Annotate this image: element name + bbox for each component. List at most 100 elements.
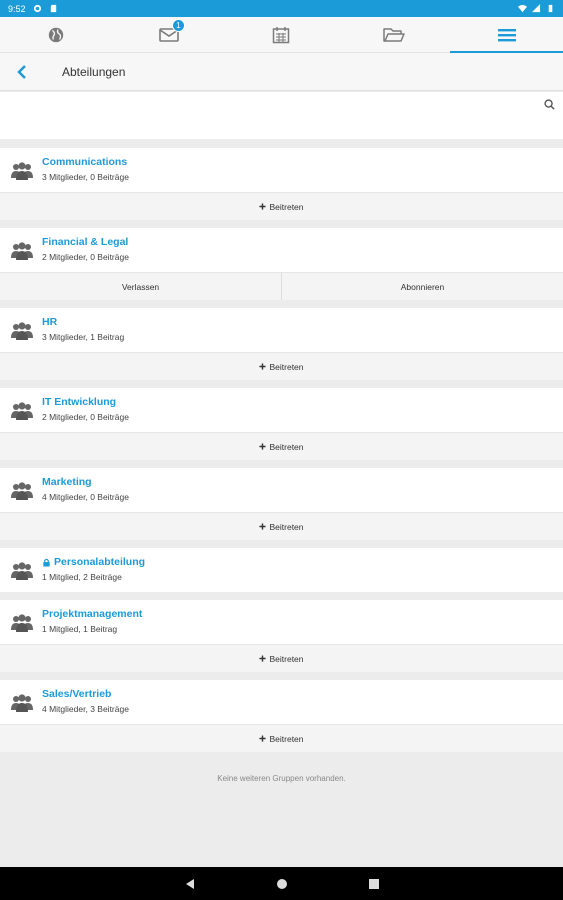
group-info[interactable]: Sales/Vertrieb 4 Mitglieder, 3 Beiträge xyxy=(0,680,563,724)
group-people-icon xyxy=(10,611,34,635)
chevron-left-icon xyxy=(17,64,26,79)
sd-card-icon xyxy=(50,4,56,13)
group-meta: 2 Mitglieder, 0 Beiträge xyxy=(42,252,129,262)
group-meta: 3 Mitglieder, 0 Beiträge xyxy=(42,172,129,182)
messages-badge: 1 xyxy=(171,19,185,32)
group-info[interactable]: Personalabteilung 1 Mitglied, 2 Beiträge xyxy=(0,548,563,592)
group-people-icon xyxy=(10,239,34,263)
group-meta: 3 Mitglieder, 1 Beitrag xyxy=(42,332,125,342)
join-button-label: Beitreten xyxy=(269,653,304,664)
group-actions: Beitreten xyxy=(0,192,563,220)
group-info[interactable]: Marketing 4 Mitglieder, 0 Beiträge xyxy=(0,468,563,512)
group-name: Communications xyxy=(42,156,128,168)
group-card: Marketing 4 Mitglieder, 0 Beiträge Beitret… xyxy=(0,468,563,540)
group-meta: 1 Mitglied, 2 Beiträge xyxy=(42,572,122,582)
group-text: Personalabteilung 1 Mitglied, 2 Beiträge xyxy=(42,556,145,582)
battery-icon xyxy=(548,4,553,13)
back-button[interactable] xyxy=(0,53,44,91)
subscribe-button-label: Abonnieren xyxy=(400,281,445,292)
plus-icon xyxy=(259,363,267,370)
group-text: Financial & Legal 2 Mitglieder, 0 Beiträg… xyxy=(42,236,129,262)
subscribe-button[interactable]: Abonnieren xyxy=(281,273,563,300)
group-name-link[interactable]: Sales/Vertrieb xyxy=(42,688,129,701)
tab-bar: 1 xyxy=(0,17,563,53)
group-text: Sales/Vertrieb 4 Mitglieder, 3 Beiträge xyxy=(42,688,129,714)
group-list: Communications 3 Mitglieder, 0 Beiträge Be… xyxy=(0,148,563,783)
group-people-icon xyxy=(10,479,34,503)
join-button-label: Beitreten xyxy=(269,521,304,532)
group-text: Marketing 4 Mitglieder, 0 Beiträge xyxy=(42,476,129,502)
group-card: Communications 3 Mitglieder, 0 Beiträge Be… xyxy=(0,148,563,220)
group-card: Sales/Vertrieb 4 Mitglieder, 3 Beiträge Be… xyxy=(0,680,563,752)
group-name: HR xyxy=(42,316,58,328)
group-info[interactable]: Projektmanagement 1 Mitglied, 1 Beitrag xyxy=(0,600,563,644)
group-info[interactable]: HR 3 Mitglieder, 1 Beitrag xyxy=(0,308,563,352)
tab-calendar[interactable] xyxy=(225,17,338,52)
tab-menu[interactable] xyxy=(450,17,563,53)
wifi-icon xyxy=(518,4,527,13)
group-people-icon xyxy=(10,399,34,423)
menu-icon xyxy=(497,28,516,41)
group-people-icon xyxy=(10,319,34,343)
group-name-link[interactable]: Financial & Legal xyxy=(42,236,129,249)
group-meta: 1 Mitglied, 1 Beitrag xyxy=(42,624,118,634)
group-text: IT Entwicklung 2 Mitglieder, 0 Beiträge xyxy=(42,396,129,422)
recents-square-icon[interactable] xyxy=(368,878,380,890)
calendar-icon xyxy=(273,26,290,43)
status-bar: 9:52 xyxy=(0,0,563,17)
group-actions: Beitreten xyxy=(0,512,563,540)
group-name-link[interactable]: Projektmanagement xyxy=(42,608,142,621)
group-name: Personalabteilung xyxy=(54,556,146,568)
status-time: 9:52 xyxy=(8,3,26,14)
group-name: Sales/Vertrieb xyxy=(42,688,112,700)
group-actions: Beitreten xyxy=(0,724,563,752)
group-card: HR 3 Mitglieder, 1 Beitrag Beitreten xyxy=(0,308,563,380)
group-info[interactable]: Communications 3 Mitglieder, 0 Beiträge xyxy=(0,148,563,192)
join-button[interactable]: Beitreten xyxy=(0,725,563,752)
group-name-link[interactable]: Personalabteilung xyxy=(42,556,145,569)
join-button[interactable]: Beitreten xyxy=(0,193,563,220)
tab-files[interactable] xyxy=(338,17,451,52)
signal-icon xyxy=(532,4,541,13)
search-icon[interactable] xyxy=(544,99,555,110)
group-people-icon xyxy=(10,691,34,715)
group-info[interactable]: Financial & Legal 2 Mitglieder, 0 Beiträg… xyxy=(0,228,563,272)
tab-news[interactable] xyxy=(0,17,113,52)
home-circle-icon[interactable] xyxy=(276,878,288,890)
lock-icon xyxy=(43,558,50,567)
tab-messages[interactable]: 1 xyxy=(113,17,226,52)
join-button[interactable]: Beitreten xyxy=(0,645,563,672)
back-triangle-icon[interactable] xyxy=(184,878,196,890)
group-name-link[interactable]: IT Entwicklung xyxy=(42,396,129,409)
folder-icon xyxy=(383,27,405,42)
group-name: IT Entwicklung xyxy=(42,396,117,408)
search-input[interactable] xyxy=(10,92,530,118)
join-button-label: Beitreten xyxy=(269,201,304,212)
group-card: IT Entwicklung 2 Mitglieder, 0 Beiträge Be… xyxy=(0,388,563,460)
group-actions: Beitreten xyxy=(0,352,563,380)
group-name: Projektmanagement xyxy=(42,608,143,620)
join-button-label: Beitreten xyxy=(269,441,304,452)
join-button[interactable]: Beitreten xyxy=(0,433,563,460)
group-name-link[interactable]: Marketing xyxy=(42,476,129,489)
join-button-label: Beitreten xyxy=(269,733,304,744)
join-button[interactable]: Beitreten xyxy=(0,513,563,540)
plus-icon xyxy=(259,203,267,210)
group-name-link[interactable]: Communications xyxy=(42,156,129,169)
group-name-link[interactable]: HR xyxy=(42,316,124,329)
group-info[interactable]: IT Entwicklung 2 Mitglieder, 0 Beiträge xyxy=(0,388,563,432)
globe-icon xyxy=(49,27,64,42)
no-more-groups-note: Keine weiteren Gruppen vorhanden. xyxy=(217,774,346,783)
group-text: Projektmanagement 1 Mitglied, 1 Beitrag xyxy=(42,608,142,634)
group-people-icon xyxy=(10,559,34,583)
group-card: Personalabteilung 1 Mitglied, 2 Beiträge xyxy=(0,548,563,592)
leave-button-label: Verlassen xyxy=(121,281,160,292)
group-text: Communications 3 Mitglieder, 0 Beiträge xyxy=(42,156,129,182)
system-nav-bar xyxy=(0,867,563,900)
group-actions: Beitreten xyxy=(0,644,563,672)
search-bar xyxy=(0,92,563,139)
leave-button[interactable]: Verlassen xyxy=(0,273,281,300)
group-meta: 4 Mitglieder, 3 Beiträge xyxy=(42,704,129,714)
join-button[interactable]: Beitreten xyxy=(0,353,563,380)
group-actions: Beitreten xyxy=(0,432,563,460)
